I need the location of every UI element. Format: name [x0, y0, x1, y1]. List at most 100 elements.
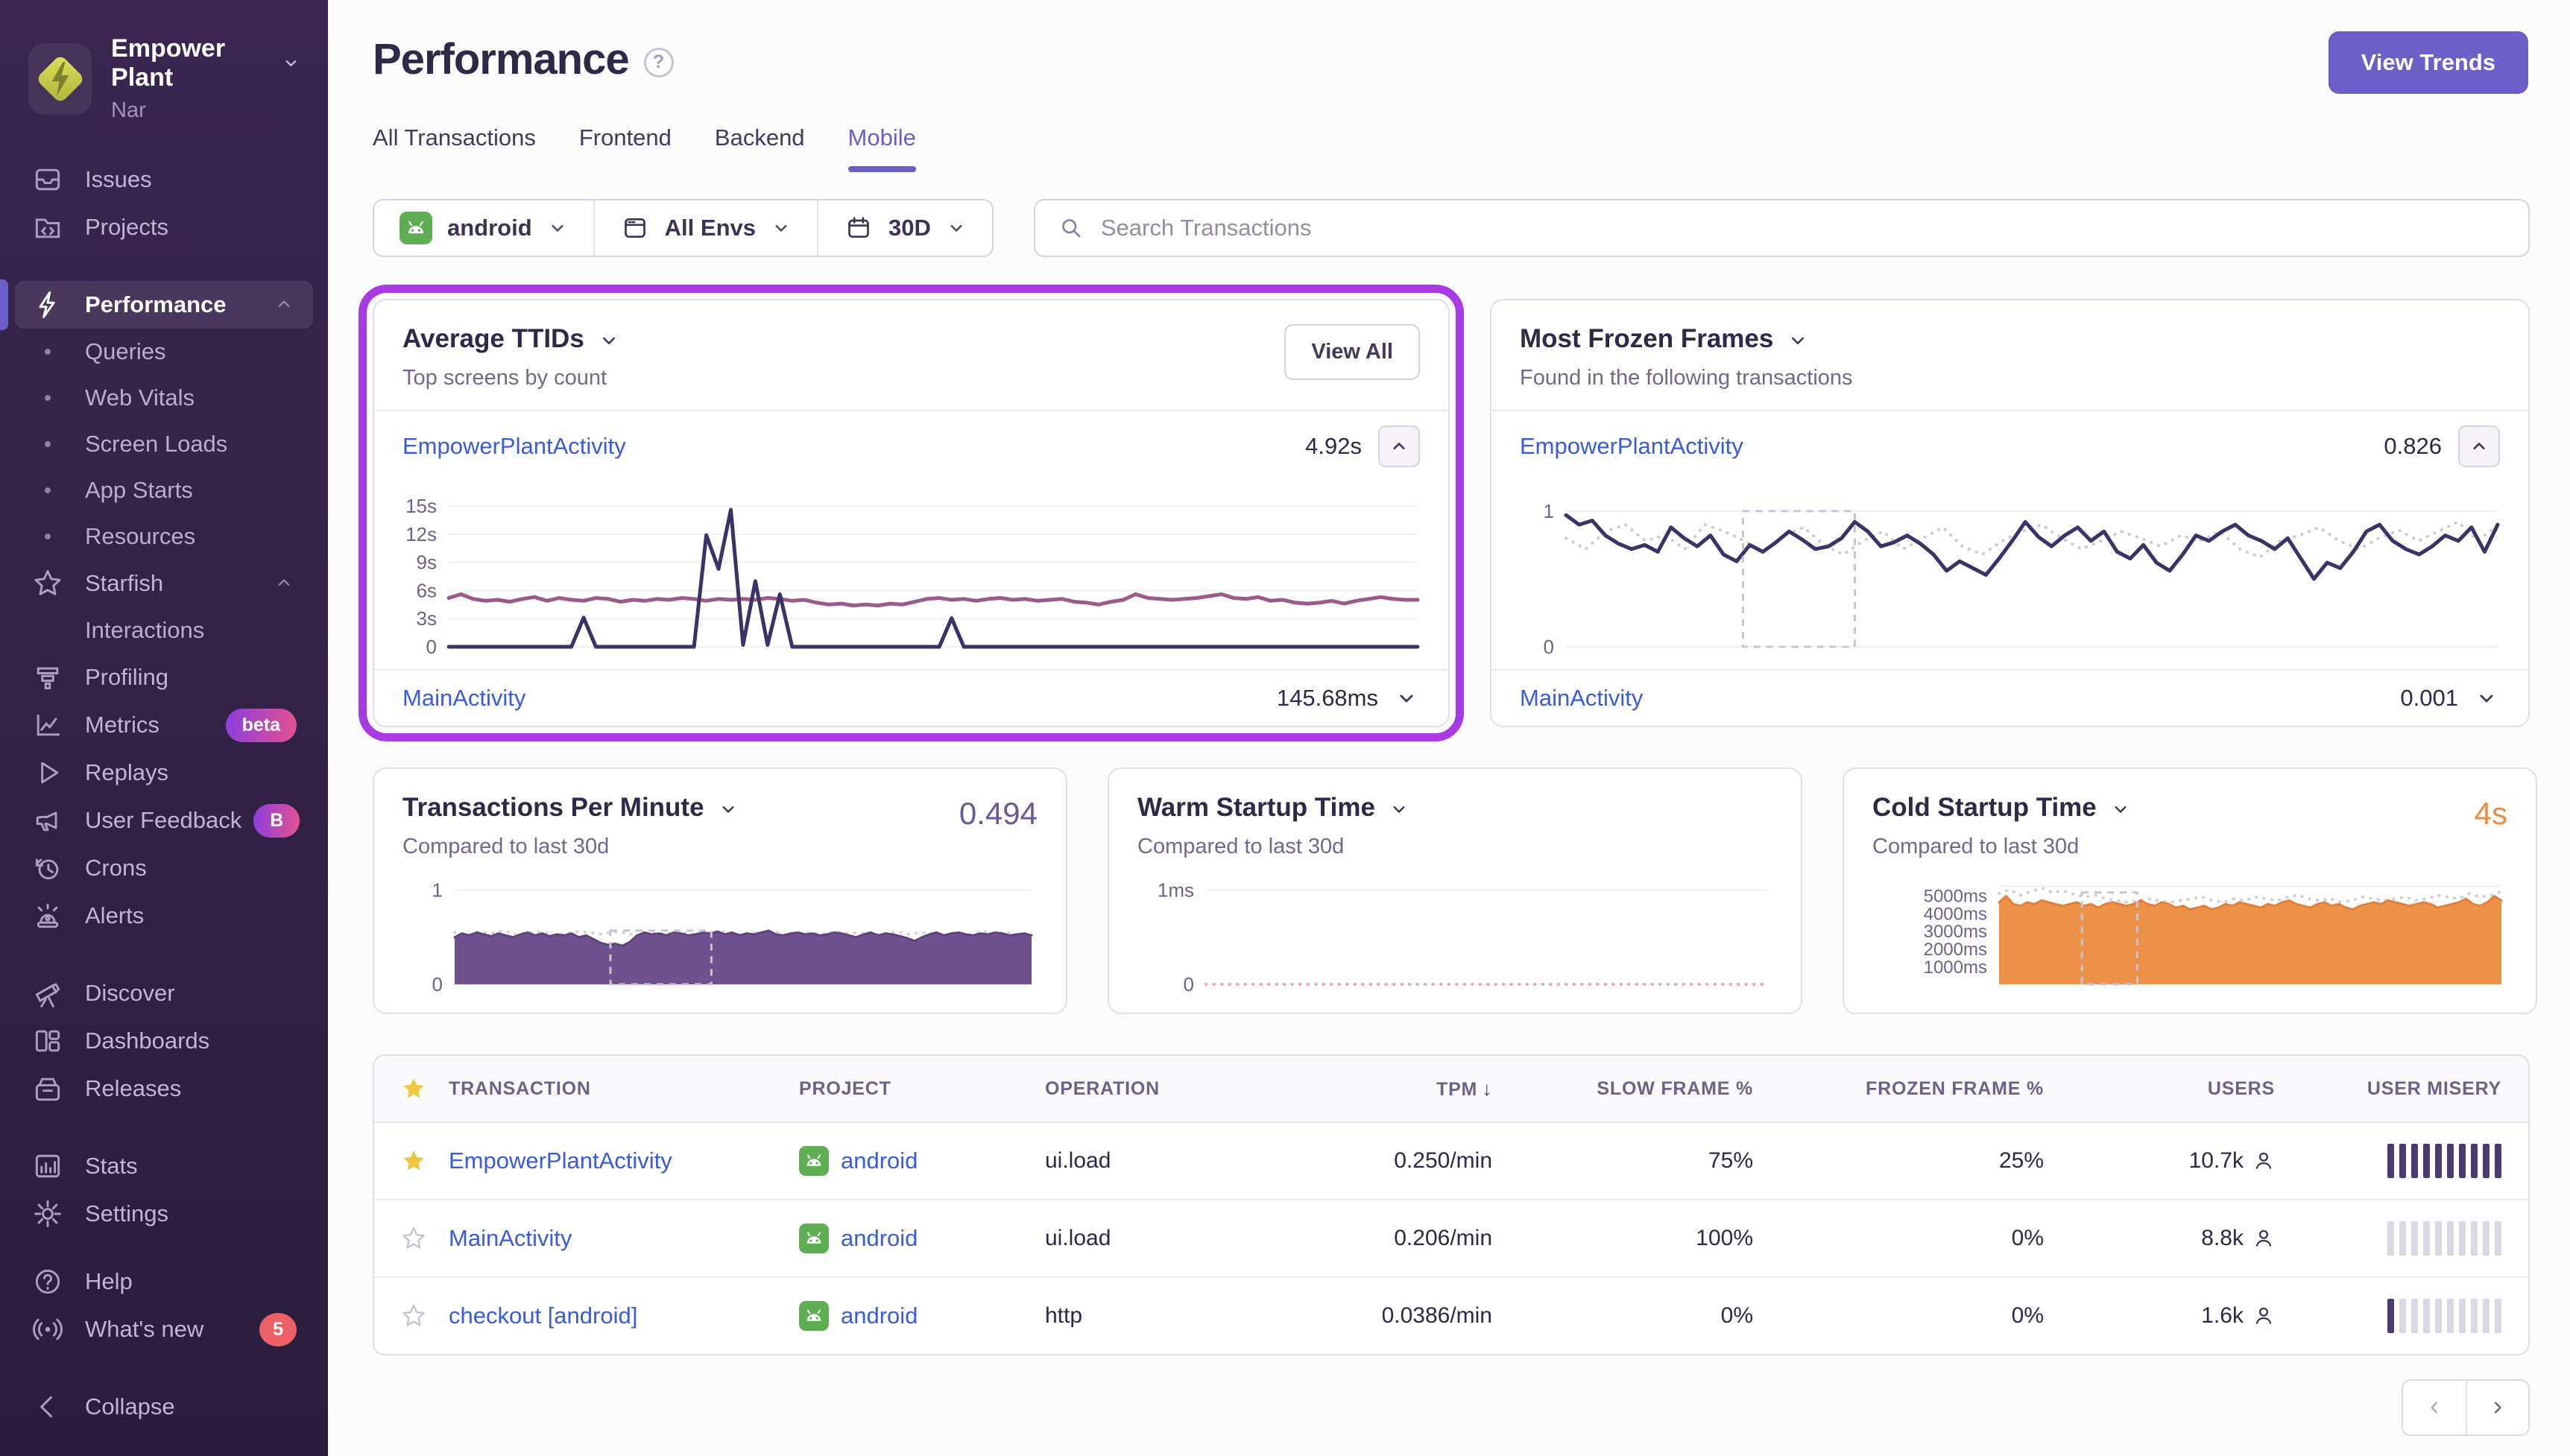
sidebar-item-label: Releases: [85, 1075, 182, 1101]
transaction-link[interactable]: checkout [android]: [449, 1303, 799, 1329]
view-trends-button[interactable]: View Trends: [2328, 31, 2528, 94]
column-header-tpm[interactable]: TPM ↓: [1269, 1077, 1492, 1101]
date-range-filter[interactable]: 30D: [817, 200, 992, 256]
sidebar-item-stats[interactable]: Stats: [15, 1142, 313, 1190]
sidebar-item-interactions[interactable]: Interactions: [15, 607, 313, 653]
project-filter[interactable]: android: [374, 200, 593, 256]
sidebar-item-issues[interactable]: Issues: [15, 156, 313, 203]
collapse-row-button[interactable]: [2458, 425, 2500, 467]
sidebar-item-resources[interactable]: Resources: [15, 513, 313, 560]
expand-row-button[interactable]: [2475, 686, 2500, 710]
sidebar-item-discover[interactable]: Discover: [15, 969, 313, 1017]
android-icon: [400, 212, 432, 244]
environment-filter[interactable]: All Envs: [593, 200, 817, 256]
transaction-link[interactable]: MainActivity: [402, 685, 1277, 712]
org-switcher[interactable]: Empower Plant Nar: [0, 30, 328, 156]
column-header-project[interactable]: PROJECT: [799, 1078, 1045, 1100]
sidebar-item-settings[interactable]: Settings: [15, 1190, 313, 1238]
transaction-link[interactable]: EmpowerPlantActivity: [1520, 433, 2384, 460]
help-icon[interactable]: ?: [643, 47, 674, 77]
sidebar-item-performance[interactable]: Performance: [0, 279, 313, 330]
filter-bar: android All Envs 30D: [373, 199, 2530, 257]
star-column-icon[interactable]: [401, 1076, 449, 1101]
chevron-down-icon[interactable]: [1787, 329, 1809, 352]
profiling-icon: [30, 659, 66, 695]
star-outline-icon[interactable]: [401, 1303, 449, 1329]
most-frozen-frames-card: Most Frozen Frames Found in the followin…: [1490, 299, 2530, 727]
next-page-button[interactable]: [2466, 1381, 2528, 1434]
search-input[interactable]: [1100, 215, 2506, 241]
collapse-row-button[interactable]: [1378, 425, 1420, 467]
project-link[interactable]: android: [841, 1303, 1045, 1329]
chevron-down-icon[interactable]: [718, 799, 740, 820]
expand-row-button[interactable]: [1395, 686, 1420, 710]
releases-icon: [30, 1071, 66, 1107]
tab-backend[interactable]: Backend: [715, 124, 805, 171]
sidebar-item-help[interactable]: Help: [15, 1258, 313, 1305]
sidebar-item-label: Screen Loads: [85, 431, 228, 457]
slow-frame-cell: 0%: [1720, 1303, 1753, 1328]
svg-text:1: 1: [432, 879, 443, 902]
star-filled-icon[interactable]: [401, 1148, 449, 1174]
tpm-value: 0.494: [959, 796, 1038, 831]
previous-page-button[interactable]: [2403, 1381, 2466, 1434]
chevron-up-icon: [273, 294, 297, 316]
chevron-down-icon[interactable]: [2110, 799, 2132, 820]
sidebar-item-alerts[interactable]: Alerts: [15, 892, 313, 940]
view-all-button[interactable]: View All: [1284, 324, 1420, 380]
frozen-frame-cell: 0%: [2011, 1303, 2044, 1328]
svg-text:6s: 6s: [417, 579, 437, 601]
project-link[interactable]: android: [841, 1148, 1045, 1174]
settings-icon: [30, 1196, 66, 1232]
sidebar-item-profiling[interactable]: Profiling: [15, 653, 313, 701]
column-header-user-misery[interactable]: USER MISERY: [2275, 1078, 2501, 1100]
sidebar-item-projects[interactable]: Projects: [15, 203, 313, 251]
transaction-link[interactable]: EmpowerPlantActivity: [402, 433, 1305, 460]
slow-frame-cell: 100%: [1696, 1226, 1753, 1250]
sidebar-item-app-starts[interactable]: App Starts: [15, 467, 313, 513]
sidebar-item-metrics[interactable]: Metrics beta: [15, 701, 313, 749]
transaction-link[interactable]: EmpowerPlantActivity: [449, 1148, 799, 1174]
chevron-down-icon: [946, 218, 967, 238]
sidebar-item-dashboards[interactable]: Dashboards: [15, 1017, 313, 1065]
tab-mobile[interactable]: Mobile: [847, 124, 917, 172]
widget-subtitle: Found in the following transactions: [1520, 366, 1853, 390]
tab-frontend[interactable]: Frontend: [579, 124, 672, 171]
widget-row-1: Average TTIDs Top screens by count View …: [359, 285, 2530, 741]
sidebar-item-queries[interactable]: Queries: [15, 329, 313, 375]
transaction-link[interactable]: MainActivity: [1520, 685, 2400, 712]
sidebar-item-label: Discover: [85, 980, 175, 1006]
sidebar-item-screen-loads[interactable]: Screen Loads: [15, 421, 313, 467]
most-frozen-frames-chart: 10: [1544, 500, 2500, 656]
page-header: Performance ? View Trends All Transactio…: [328, 0, 2570, 172]
sidebar-item-releases[interactable]: Releases: [15, 1065, 313, 1112]
tab-all-transactions[interactable]: All Transactions: [373, 124, 536, 171]
widget-title: Average TTIDs: [402, 324, 584, 353]
telescope-icon: [30, 975, 66, 1011]
sidebar-item-collapse[interactable]: Collapse: [15, 1383, 313, 1431]
sidebar-item-label: Web Vitals: [85, 384, 195, 411]
chevron-down-icon[interactable]: [598, 329, 620, 352]
sidebar-item-replays[interactable]: Replays: [15, 749, 313, 797]
sidebar-item-user-feedback[interactable]: User Feedback B: [15, 797, 313, 844]
star-outline-icon[interactable]: [401, 1226, 449, 1251]
chevron-down-icon[interactable]: [1389, 799, 1411, 820]
sidebar-item-crons[interactable]: Crons: [15, 844, 313, 892]
sidebar-item-web-vitals[interactable]: Web Vitals: [15, 375, 313, 421]
calendar-icon: [848, 217, 869, 238]
column-header-slow-frame[interactable]: SLOW FRAME %: [1492, 1078, 1753, 1100]
sidebar-item-what-s-new[interactable]: What's new 5: [15, 1305, 313, 1353]
warm-startup-chart: 1ms 0: [1158, 879, 1768, 993]
widget-title: Most Frozen Frames: [1520, 324, 1774, 353]
column-header-users[interactable]: USERS: [2044, 1078, 2275, 1100]
sidebar-item-starfish[interactable]: Starfish: [15, 560, 313, 607]
project-link[interactable]: android: [841, 1225, 1045, 1252]
sidebar-item-label: Performance: [85, 291, 227, 317]
column-header-transaction[interactable]: TRANSACTION: [449, 1078, 799, 1100]
sidebar-item-label: Collapse: [85, 1393, 175, 1419]
column-header-operation[interactable]: OPERATION: [1045, 1078, 1269, 1100]
transaction-link[interactable]: MainActivity: [449, 1225, 799, 1252]
alerts-icon: [30, 898, 66, 934]
column-header-frozen-frame[interactable]: FROZEN FRAME %: [1753, 1078, 2044, 1100]
svg-text:0: 0: [1544, 636, 1554, 656]
